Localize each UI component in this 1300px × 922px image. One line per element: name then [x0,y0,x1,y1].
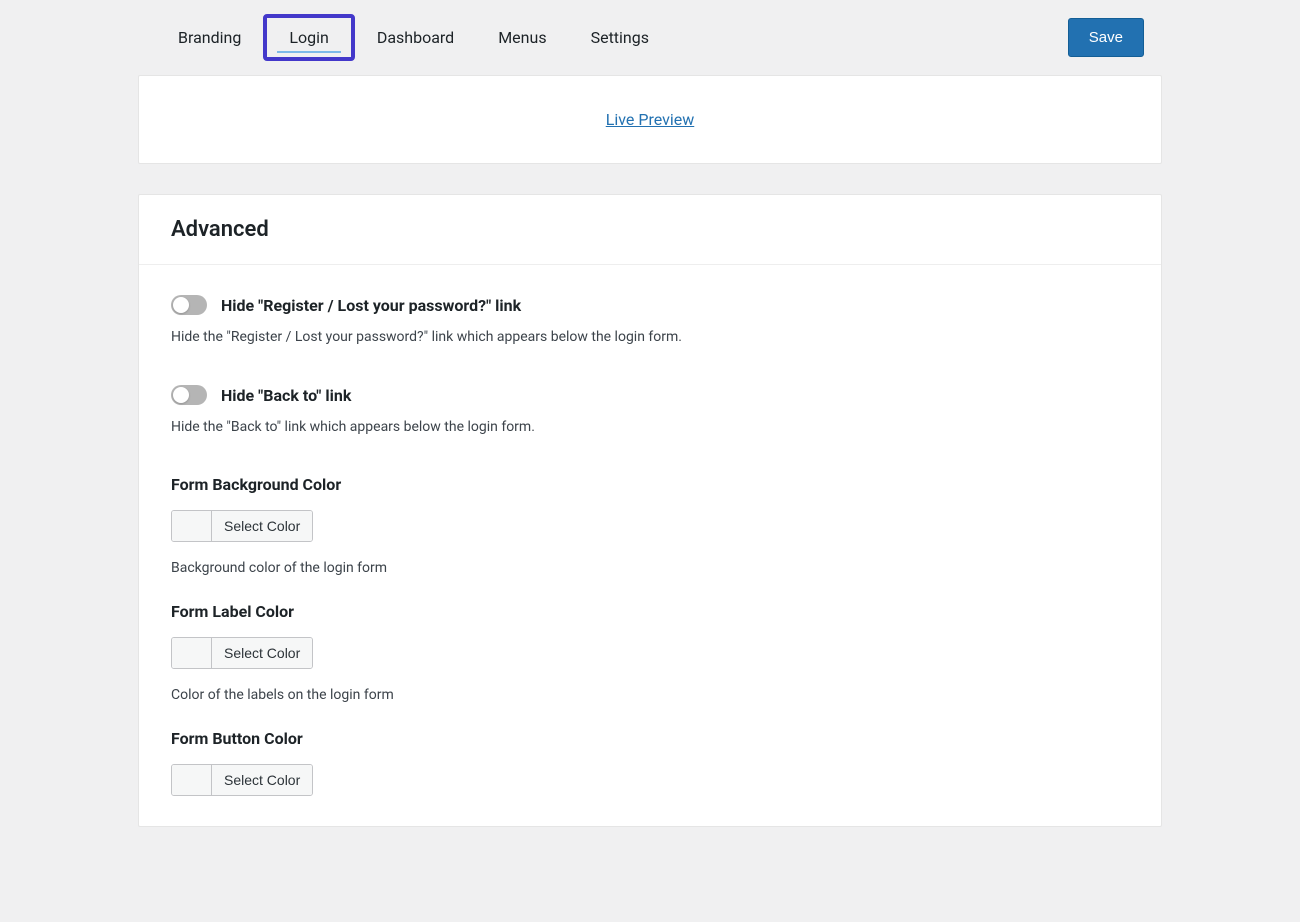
hide-back-to-row: Hide "Back to" link [171,385,1129,405]
form-button-swatch [172,765,212,795]
hide-register-row: Hide "Register / Lost your password?" li… [171,295,1129,315]
hide-back-to-help: Hide the "Back to" link which appears be… [171,419,1129,435]
form-label-picker[interactable]: Select Color [171,637,313,669]
live-preview-link[interactable]: Live Preview [606,110,695,129]
save-button[interactable]: Save [1068,18,1144,57]
tab-dashboard[interactable]: Dashboard [355,14,476,61]
form-button-picker[interactable]: Select Color [171,764,313,796]
hide-register-label: Hide "Register / Lost your password?" li… [221,296,521,315]
advanced-panel: Advanced Hide "Register / Lost your pass… [138,194,1162,827]
hide-register-toggle[interactable] [171,295,207,315]
form-label-group: Form Label Color Select Color Color of t… [171,602,1129,703]
tabs: Branding Login Dashboard Menus Settings [156,14,671,61]
form-bg-swatch [172,511,212,541]
form-bg-help: Background color of the login form [171,560,1129,576]
advanced-title: Advanced [139,195,1161,265]
form-button-select-button[interactable]: Select Color [212,765,312,795]
form-bg-group: Form Background Color Select Color Backg… [171,475,1129,576]
form-label-swatch [172,638,212,668]
hide-register-help: Hide the "Register / Lost your password?… [171,329,1129,345]
hide-back-to-label: Hide "Back to" link [221,386,351,405]
advanced-body: Hide "Register / Lost your password?" li… [139,265,1161,800]
form-button-group: Form Button Color Select Color [171,729,1129,800]
form-bg-label: Form Background Color [171,475,1129,494]
preview-panel: Live Preview [138,75,1162,164]
tab-menus[interactable]: Menus [476,14,568,61]
form-bg-select-button[interactable]: Select Color [212,511,312,541]
form-label-help: Color of the labels on the login form [171,687,1129,703]
tab-branding[interactable]: Branding [156,14,263,61]
tab-settings[interactable]: Settings [569,14,671,61]
form-button-label: Form Button Color [171,729,1129,748]
form-bg-picker[interactable]: Select Color [171,510,313,542]
tab-login[interactable]: Login [263,14,354,61]
top-bar: Branding Login Dashboard Menus Settings … [138,0,1162,75]
form-label-label: Form Label Color [171,602,1129,621]
hide-back-to-toggle[interactable] [171,385,207,405]
form-label-select-button[interactable]: Select Color [212,638,312,668]
